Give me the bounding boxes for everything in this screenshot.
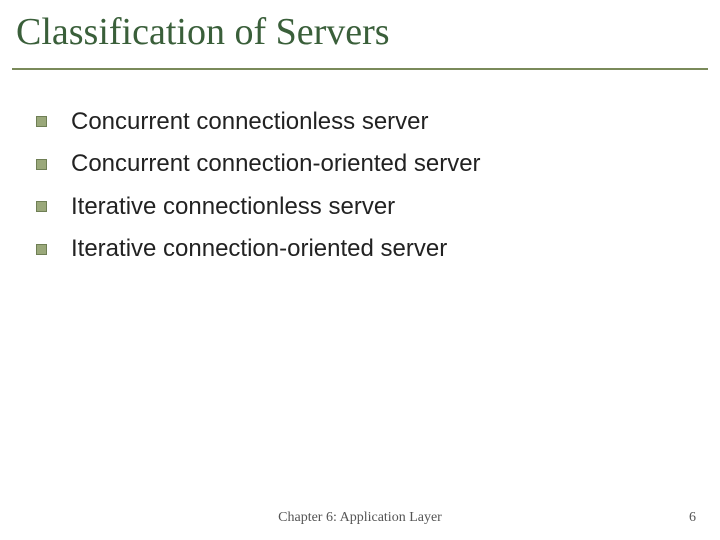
page-number: 6 — [689, 510, 696, 526]
bullet-text: Iterative connection-oriented server — [71, 233, 447, 265]
slide-title: Classification of Servers — [16, 12, 704, 54]
square-bullet-icon — [36, 159, 47, 170]
list-item: Iterative connection-oriented server — [36, 233, 700, 265]
slide: Classification of Servers Concurrent con… — [0, 0, 720, 540]
title-block: Classification of Servers — [12, 8, 708, 70]
list-item: Concurrent connectionless server — [36, 106, 700, 138]
bullet-text: Concurrent connection-oriented server — [71, 148, 481, 180]
list-item: Iterative connectionless server — [36, 191, 700, 223]
footer-text: Chapter 6: Application Layer — [0, 510, 720, 526]
slide-body: Concurrent connectionless server Concurr… — [12, 86, 708, 266]
square-bullet-icon — [36, 201, 47, 212]
bullet-text: Iterative connectionless server — [71, 191, 395, 223]
bullet-text: Concurrent connectionless server — [71, 106, 429, 138]
list-item: Concurrent connection-oriented server — [36, 148, 700, 180]
square-bullet-icon — [36, 244, 47, 255]
square-bullet-icon — [36, 116, 47, 127]
